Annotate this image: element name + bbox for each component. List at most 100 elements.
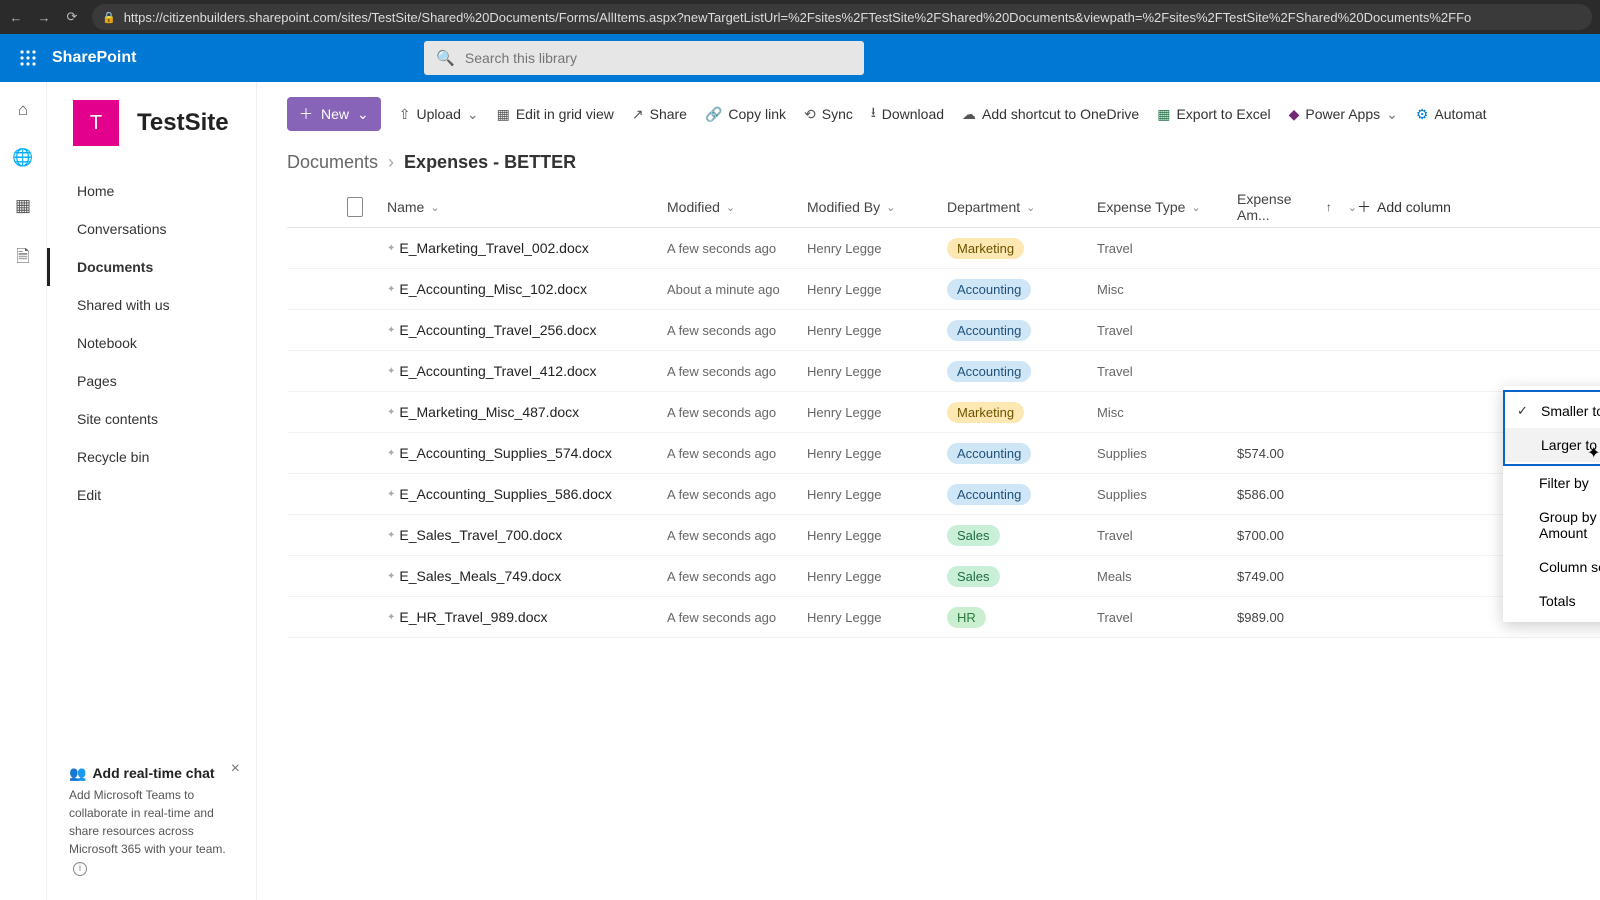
table-row[interactable]: ✦E_Accounting_Supplies_586.docxA few sec… — [287, 474, 1600, 515]
lock-icon: 🔒 — [102, 11, 116, 24]
col-department[interactable]: Department⌄ — [947, 199, 1097, 215]
power-apps-button[interactable]: ◆Power Apps⌄ — [1289, 106, 1398, 123]
expense-amount-text: $700.00 — [1237, 528, 1357, 543]
breadcrumb-current: Expenses - BETTER — [404, 152, 576, 173]
modified-text: A few seconds ago — [667, 405, 807, 420]
col-modified[interactable]: Modified⌄ — [667, 199, 807, 215]
table-row[interactable]: ✦E_Sales_Travel_700.docxA few seconds ag… — [287, 515, 1600, 556]
col-type[interactable] — [347, 197, 387, 217]
table-row[interactable]: ✦E_Accounting_Travel_412.docxA few secon… — [287, 351, 1600, 392]
suite-title: SharePoint — [52, 49, 136, 67]
sync-status-icon: ✦ — [387, 448, 395, 459]
sort-larger-to-smaller[interactable]: Larger to smaller — [1505, 428, 1600, 462]
modified-by-text: Henry Legge — [807, 405, 947, 420]
plus-icon: ＋ — [299, 104, 313, 124]
document-table: Name⌄ Modified⌄ Modified By⌄ Department⌄… — [287, 187, 1600, 638]
globe-icon[interactable]: 🌐 — [12, 148, 33, 168]
automate-button[interactable]: ⚙Automat — [1416, 106, 1487, 123]
back-icon[interactable]: ← — [8, 10, 24, 25]
sidebar-item-notebook[interactable]: Notebook — [47, 324, 256, 362]
sidebar-item-conversations[interactable]: Conversations — [47, 210, 256, 248]
search-box[interactable]: 🔍 — [424, 41, 864, 75]
link-icon: 🔗 — [705, 106, 722, 123]
sidebar-item-pages[interactable]: Pages — [47, 362, 256, 400]
home-icon[interactable]: ⌂ — [18, 100, 28, 120]
department-pill: Marketing — [947, 238, 1024, 259]
address-bar[interactable]: 🔒 https://citizenbuilders.sharepoint.com… — [92, 4, 1592, 30]
chat-body: Add Microsoft Teams to collaborate in re… — [69, 788, 226, 856]
download-button[interactable]: ⭳Download — [871, 102, 944, 126]
reload-icon[interactable]: ⟳ — [64, 9, 80, 25]
search-input[interactable] — [465, 50, 852, 66]
powerapps-icon: ◆ — [1289, 106, 1300, 123]
sidebar-item-recycle-bin[interactable]: Recycle bin — [47, 438, 256, 476]
table-row[interactable]: ✦E_HR_Travel_989.docxA few seconds agoHe… — [287, 597, 1600, 638]
group-by[interactable]: Group by Expense Amount — [1503, 500, 1600, 550]
expense-type-text: Travel — [1097, 364, 1237, 379]
sync-status-icon: ✦ — [387, 325, 395, 336]
sidebar-item-site-contents[interactable]: Site contents — [47, 400, 256, 438]
copy-link-button[interactable]: 🔗Copy link — [705, 106, 786, 123]
share-button[interactable]: ↗Share — [632, 106, 687, 123]
file-name: E_Accounting_Supplies_586.docx — [399, 486, 612, 502]
sidebar-item-edit[interactable]: Edit — [47, 476, 256, 514]
table-row[interactable]: ✦E_Sales_Meals_749.docxA few seconds ago… — [287, 556, 1600, 597]
col-modified-by[interactable]: Modified By⌄ — [807, 199, 947, 215]
sort-smaller-to-larger[interactable]: ✓Smaller to larger — [1505, 394, 1600, 428]
expense-type-text: Supplies — [1097, 446, 1237, 461]
forward-icon[interactable]: → — [36, 10, 52, 25]
filter-by[interactable]: Filter by — [1503, 466, 1600, 500]
table-row[interactable]: ✦E_Marketing_Travel_002.docxA few second… — [287, 228, 1600, 269]
sync-status-icon: ✦ — [387, 284, 395, 295]
download-icon: ⭳ — [871, 102, 876, 126]
table-row[interactable]: ✦E_Accounting_Travel_256.docxA few secon… — [287, 310, 1600, 351]
upload-button[interactable]: ⇧Upload⌄ — [399, 106, 479, 123]
modified-text: A few seconds ago — [667, 323, 807, 338]
modified-by-text: Henry Legge — [807, 323, 947, 338]
column-menu: ✓Smaller to larger Larger to smaller Fil… — [1503, 386, 1600, 622]
site-sidebar: T TestSite HomeConversationsDocumentsSha… — [47, 82, 257, 900]
search-icon: 🔍 — [436, 49, 455, 67]
export-excel-button[interactable]: ▦Export to Excel — [1157, 106, 1270, 123]
breadcrumb: Documents › Expenses - BETTER — [287, 152, 1600, 173]
column-settings[interactable]: Column settings› — [1503, 550, 1600, 584]
sidebar-item-shared-with-us[interactable]: Shared with us — [47, 286, 256, 324]
info-icon[interactable]: i — [73, 862, 87, 876]
sync-status-icon: ✦ — [387, 243, 395, 254]
site-nav: HomeConversationsDocumentsShared with us… — [47, 172, 256, 514]
sidebar-item-home[interactable]: Home — [47, 172, 256, 210]
sidebar-item-documents[interactable]: Documents — [47, 248, 256, 286]
onedrive-icon: ☁ — [962, 106, 976, 123]
expense-type-text: Travel — [1097, 241, 1237, 256]
table-row[interactable]: ✦E_Accounting_Supplies_574.docxA few sec… — [287, 433, 1600, 474]
expense-type-text: Supplies — [1097, 487, 1237, 502]
col-name[interactable]: Name⌄ — [387, 199, 667, 215]
files-icon[interactable]: 🗎 — [16, 244, 30, 273]
sync-icon: ⟲ — [804, 106, 816, 123]
col-expense-amount[interactable]: Expense Am... ↑ ⌄ — [1237, 191, 1357, 223]
left-rail: ⌂ 🌐 ▦ 🗎 — [0, 82, 47, 900]
breadcrumb-root[interactable]: Documents — [287, 152, 378, 173]
sync-status-icon: ✦ — [387, 366, 395, 377]
expense-amount-text: $574.00 — [1237, 446, 1357, 461]
table-row[interactable]: ✦E_Accounting_Misc_102.docxAbout a minut… — [287, 269, 1600, 310]
modified-by-text: Henry Legge — [807, 241, 947, 256]
shortcut-button[interactable]: ☁Add shortcut to OneDrive — [962, 106, 1139, 123]
expense-type-text: Misc — [1097, 405, 1237, 420]
modified-by-text: Henry Legge — [807, 487, 947, 502]
department-pill: Accounting — [947, 320, 1031, 341]
file-name: E_Accounting_Misc_102.docx — [399, 281, 587, 297]
chevron-down-icon: ⌄ — [886, 201, 895, 214]
site-tile: T — [73, 100, 119, 146]
edit-grid-button[interactable]: ▦Edit in grid view — [497, 106, 614, 123]
sync-button[interactable]: ⟲Sync — [804, 106, 853, 123]
teams-chat-card: × 👥Add real-time chat Add Microsoft Team… — [57, 753, 246, 886]
close-icon[interactable]: × — [231, 757, 240, 781]
add-column-button[interactable]: ＋Add column — [1357, 197, 1477, 217]
news-icon[interactable]: ▦ — [15, 196, 31, 216]
col-expense-type[interactable]: Expense Type⌄ — [1097, 199, 1237, 215]
table-row[interactable]: ✦E_Marketing_Misc_487.docxA few seconds … — [287, 392, 1600, 433]
app-launcher-icon[interactable] — [8, 38, 48, 78]
totals[interactable]: Totals› — [1503, 584, 1600, 618]
new-button[interactable]: ＋New⌄ — [287, 97, 381, 131]
